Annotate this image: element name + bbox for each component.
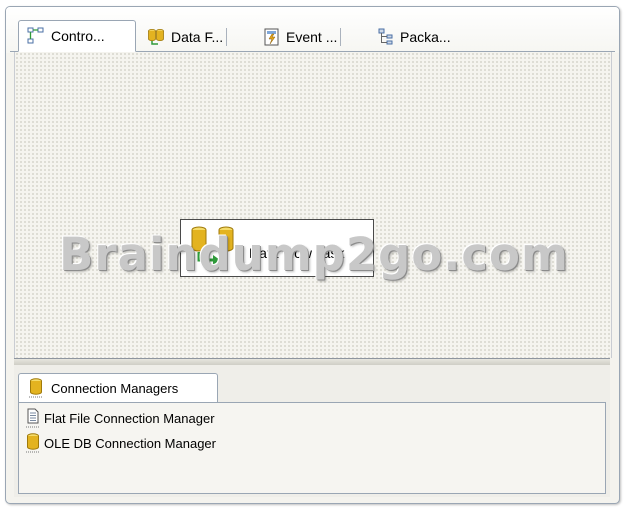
designer-splitter[interactable] (14, 358, 610, 365)
tab-control-flow-label: Contro... (51, 28, 105, 44)
ole-db-connection-label: OLE DB Connection Manager (44, 435, 216, 451)
flat-file-connection-label: Flat File Connection Manager (44, 410, 215, 426)
package-designer-window: Contro... Data F... Event ... Packa... D… (5, 6, 620, 504)
tab-event-handlers-label: Event ... (286, 28, 338, 45)
tab-data-flow-label: Data F... (171, 28, 224, 45)
ole-db-icon (25, 433, 41, 453)
event-handlers-icon (264, 28, 280, 46)
connection-managers-icon (29, 378, 43, 398)
connection-managers-panel: Connection Managers Flat File Connection… (14, 365, 610, 497)
package-explorer-icon (378, 28, 394, 46)
tab-separator (226, 28, 228, 46)
flat-file-icon (25, 408, 41, 428)
control-flow-icon (27, 27, 45, 45)
tab-package-explorer[interactable]: Packa... (378, 22, 451, 51)
connection-managers-label: Connection Managers (51, 380, 179, 396)
designer-tab-strip: Contro... Data F... Event ... Packa... (6, 7, 619, 53)
data-flow-task[interactable]: Data Flow Task (180, 219, 374, 277)
data-flow-task-icon (189, 224, 237, 268)
connection-managers-list[interactable]: Flat File Connection Manager OLE DB Conn… (18, 402, 606, 494)
tab-connection-managers[interactable]: Connection Managers (18, 373, 218, 403)
tab-data-flow[interactable]: Data F... (147, 22, 228, 51)
flat-file-connection-manager[interactable]: Flat File Connection Manager (25, 407, 215, 429)
control-flow-design-surface[interactable]: Data Flow Task (14, 52, 612, 358)
tab-control-flow[interactable]: Contro... (18, 20, 136, 52)
tab-separator (340, 28, 342, 46)
ole-db-connection-manager[interactable]: OLE DB Connection Manager (25, 432, 216, 454)
data-flow-icon (147, 28, 165, 46)
tab-package-explorer-label: Packa... (400, 28, 451, 45)
data-flow-task-label: Data Flow Task (249, 245, 345, 261)
tab-event-handlers[interactable]: Event ... (264, 22, 342, 51)
